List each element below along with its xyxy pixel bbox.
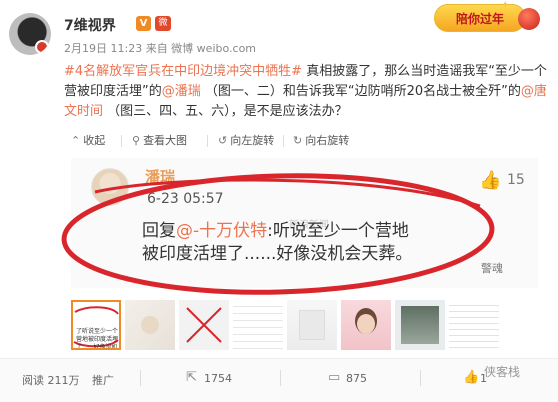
author-name[interactable]: 7维视界 [64, 15, 116, 35]
thumbs-up-icon: 👍 [479, 170, 502, 191]
like-icon[interactable]: 👍 [463, 370, 479, 385]
thumbnail-6[interactable] [341, 300, 391, 350]
collapse-button[interactable]: ⌃ 收起 [71, 131, 105, 151]
avatar-badge-icon [35, 40, 49, 54]
share-icon[interactable]: ⇱ [186, 370, 197, 385]
view-large-button[interactable]: ⚲ 查看大图 [132, 131, 187, 151]
share-count[interactable]: 1754 [204, 372, 232, 385]
promote-button[interactable]: 推广 [92, 372, 114, 388]
comment-date: 6-23 05:57 [147, 191, 224, 207]
site-watermark: 侠客栈 [484, 365, 521, 379]
sparkle-icon: ✦ [501, 0, 510, 11]
rotate-right-icon: ↻ [293, 134, 303, 147]
divider [140, 370, 141, 386]
comment-icon[interactable]: ▭ [328, 370, 340, 385]
search-icon: ⚲ [132, 134, 141, 147]
rotate-right-button[interactable]: ↻ 向右旋转 [293, 131, 349, 151]
rotate-left-icon: ↺ [218, 134, 228, 147]
comment-count[interactable]: 875 [346, 372, 367, 385]
thumbnail-2[interactable] [125, 300, 175, 350]
rotate-left-button[interactable]: ↺ 向左旋转 [218, 131, 274, 151]
post-meta: 2月19日 11:23 来自 微博 weibo.com [64, 42, 257, 55]
divider [121, 135, 122, 147]
collapse-icon: ⌃ [71, 134, 81, 147]
post-text-part3: （图三、四、五、六），是不是应该法办？ [103, 104, 348, 119]
thumbnail-8[interactable] [449, 300, 499, 350]
post-text: #4名解放军官兵在中印边境冲突中牺牲# 真相披露了，那么当时造谣我军“至少一个营… [64, 62, 552, 122]
divider [207, 135, 208, 147]
author-avatar[interactable] [9, 13, 51, 55]
post-action-bar: 阅读 211万 推广 ⇱ 1754 ▭ 875 👍 1 [0, 358, 558, 402]
thumbnail-4[interactable] [233, 300, 283, 350]
hashtag-link[interactable]: #4名解放军官兵在中印边境冲突中牺牲# [64, 64, 302, 79]
promo-badge[interactable]: 陪你过年 [434, 4, 526, 32]
thumbnail-3[interactable] [179, 300, 229, 350]
thumb-cross [186, 307, 222, 343]
brand-watermark: 警魂 [481, 262, 503, 275]
thumbnail-7[interactable] [395, 300, 445, 350]
mention-link-1[interactable]: @潘瑞 [162, 84, 201, 99]
ornament-icon [518, 8, 540, 30]
reply-mention: @-十万伏特 [176, 221, 268, 241]
view-count: 阅读 211万 [22, 374, 80, 387]
divider [280, 370, 281, 386]
verified-icon: V [136, 16, 151, 31]
commenter-name: 潘瑞 [145, 168, 176, 186]
embedded-comment-image[interactable]: 潘瑞 6-23 05:57 👍 15 新浪新闻 回复@-十万伏特:听说至少一个营… [71, 158, 538, 288]
thumb-caption: 了听说至少一个营地被印度活埋了......好像没机会天葬。 [76, 328, 119, 350]
thumbnail-1[interactable]: 了听说至少一个营地被印度活埋了......好像没机会天葬。 [71, 300, 121, 350]
comment-like-count: 15 [507, 172, 525, 188]
member-badge-icon: 微 [155, 16, 171, 31]
post-text-part2: （图一、二）和告诉我军“边防哨所20名战士被全歼”的 [200, 84, 521, 99]
thumbnail-5[interactable] [287, 300, 337, 350]
divider [283, 135, 284, 147]
commenter-avatar [91, 168, 129, 206]
comment-reply-text: 回复@-十万伏特:听说至少一个营地被印度活埋了......好像没机会天葬。 [142, 221, 413, 264]
divider [420, 370, 421, 386]
